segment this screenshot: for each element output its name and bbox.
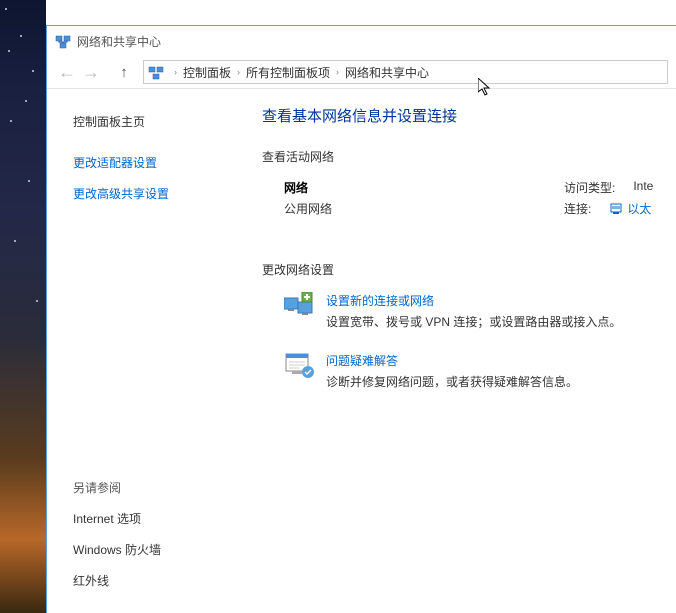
- troubleshoot-link[interactable]: 问题疑难解答: [326, 352, 578, 369]
- desktop-background: [0, 0, 46, 613]
- troubleshoot-icon: [284, 352, 316, 380]
- network-center-icon: [55, 33, 71, 49]
- infrared-link[interactable]: 红外线: [73, 572, 232, 589]
- breadcrumb-item[interactable]: 网络和共享中心: [345, 64, 429, 81]
- network-center-icon: [148, 64, 164, 80]
- see-also-label: 另请参阅: [73, 479, 232, 496]
- setup-connection-item: 设置新的连接或网络 设置宽带、拨号或 VPN 连接；或设置路由器或接入点。: [262, 292, 676, 330]
- main-content: 查看基本网络信息并设置连接 查看活动网络 网络 公用网络 访问类型: Inte …: [242, 89, 676, 613]
- access-type-label: 访问类型:: [564, 179, 615, 196]
- setup-connection-icon: [284, 292, 316, 320]
- address-bar[interactable]: › 控制面板 › 所有控制面板项 › 网络和共享中心: [143, 60, 668, 84]
- troubleshoot-desc: 诊断并修复网络问题，或者获得疑难解答信息。: [326, 373, 578, 390]
- window-title: 网络和共享中心: [77, 33, 161, 50]
- chevron-right-icon: ›: [336, 67, 339, 77]
- up-button[interactable]: ↑: [113, 61, 135, 83]
- access-type-value: Inte: [633, 179, 653, 196]
- network-name: 网络: [284, 179, 564, 196]
- troubleshoot-item: 问题疑难解答 诊断并修复网络问题，或者获得疑难解答信息。: [262, 352, 676, 390]
- nav-bar: ← → ↑ › 控制面板 › 所有控制面板项 › 网络和共享中心: [47, 56, 676, 89]
- ethernet-link[interactable]: 以太: [609, 200, 651, 217]
- ethernet-text: 以太: [627, 200, 651, 217]
- breadcrumb-item[interactable]: 所有控制面板项: [246, 64, 330, 81]
- control-panel-window: 网络和共享中心 ← → ↑ › 控制面板 › 所有控制面板项 › 网络和共享中心…: [46, 25, 676, 613]
- forward-button[interactable]: →: [79, 60, 103, 84]
- change-adapter-link[interactable]: 更改适配器设置: [73, 154, 232, 171]
- windows-firewall-link[interactable]: Windows 防火墙: [73, 541, 232, 558]
- breadcrumb-item[interactable]: 控制面板: [183, 64, 231, 81]
- network-type: 公用网络: [284, 200, 564, 217]
- setup-connection-desc: 设置宽带、拨号或 VPN 连接；或设置路由器或接入点。: [326, 313, 621, 330]
- internet-options-link[interactable]: Internet 选项: [73, 510, 232, 527]
- setup-connection-link[interactable]: 设置新的连接或网络: [326, 292, 621, 309]
- title-bar: 网络和共享中心: [47, 26, 676, 56]
- active-networks-label: 查看活动网络: [262, 148, 676, 165]
- sidebar: 控制面板主页 更改适配器设置 更改高级共享设置 另请参阅 Internet 选项…: [47, 89, 242, 613]
- chevron-right-icon: ›: [237, 67, 240, 77]
- control-panel-home-link[interactable]: 控制面板主页: [73, 113, 232, 130]
- active-network-row: 网络 公用网络 访问类型: Inte 连接: 以太: [262, 179, 676, 221]
- advanced-sharing-link[interactable]: 更改高级共享设置: [73, 185, 232, 202]
- page-heading: 查看基本网络信息并设置连接: [262, 105, 676, 126]
- ethernet-icon: [609, 202, 623, 216]
- chevron-right-icon: ›: [174, 67, 177, 77]
- back-button[interactable]: ←: [55, 60, 79, 84]
- change-settings-label: 更改网络设置: [262, 261, 676, 278]
- connection-label: 连接:: [564, 200, 591, 217]
